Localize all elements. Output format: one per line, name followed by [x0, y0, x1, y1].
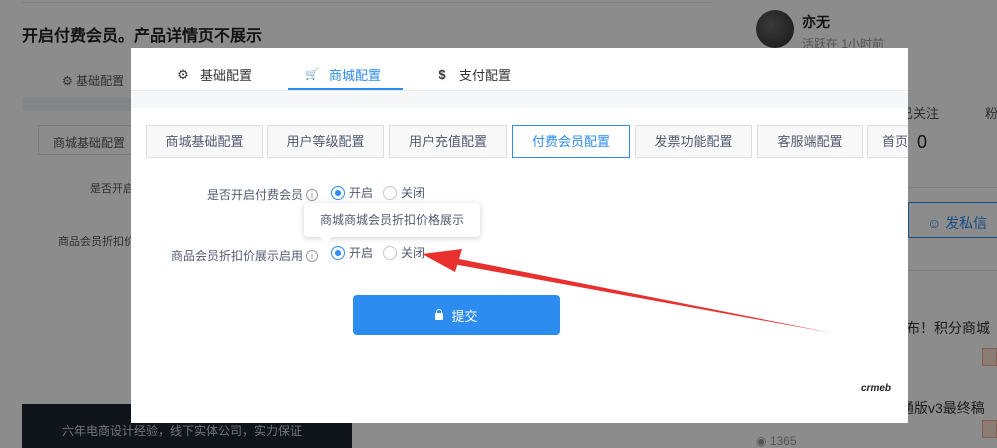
tooltip-text: 商城商城会员折扣价格展示	[319, 213, 464, 227]
radio-dot	[331, 245, 345, 260]
active-tab-indicator	[288, 88, 403, 90]
radio-enable-paid-member-off[interactable]: 关闭	[383, 184, 425, 201]
tooltip-arrow	[320, 237, 332, 243]
subtab-paid-member[interactable]: 付费会员配置	[512, 125, 630, 158]
radio-member-discount-off[interactable]: 关闭	[383, 244, 425, 261]
subtab-user-level[interactable]: 用户等级配置	[267, 125, 384, 158]
tab-payment-config[interactable]: $ 支付配置	[435, 65, 511, 84]
info-icon[interactable]: i	[306, 188, 319, 201]
tab-basic-config[interactable]: ⚙ 基础配置	[176, 65, 252, 84]
radio-label: 关闭	[401, 246, 426, 260]
radio-dot	[331, 185, 345, 200]
section-separator	[131, 92, 908, 108]
submit-button[interactable]: 提交	[353, 295, 560, 335]
subtab-mall-basic[interactable]: 商城基础配置	[146, 125, 263, 158]
dollar-icon: $	[438, 67, 446, 82]
settings-modal: ⚙ 基础配置 🛒 商城配置 $ 支付配置 商城基础配置 用户等级配置 用户充值配…	[131, 48, 908, 423]
radio-dot	[383, 245, 397, 260]
subtab-invoice[interactable]: 发票功能配置	[635, 125, 752, 158]
tab-label: 商城配置	[329, 68, 382, 83]
field-label-enable-paid-member: 是否开启付费会员 i	[207, 186, 319, 203]
tab-label: 基础配置	[200, 68, 253, 83]
subtab-user-recharge[interactable]: 用户充值配置	[389, 125, 507, 158]
top-tab-bar: ⚙ 基础配置 🛒 商城配置 $ 支付配置	[131, 48, 908, 91]
lock-icon	[435, 308, 444, 320]
radio-label: 开启	[349, 246, 374, 260]
subtab-customer-service[interactable]: 客服端配置	[757, 125, 863, 158]
gear-icon: ⚙	[177, 66, 189, 82]
radio-member-discount-on[interactable]: 开启	[331, 244, 373, 261]
tooltip: 商城商城会员折扣价格展示	[304, 203, 480, 243]
subtab-home[interactable]: 首页	[867, 125, 908, 158]
tab-label: 支付配置	[459, 68, 512, 83]
field-label-member-discount-display: 商品会员折扣价展示启用 i	[171, 247, 319, 264]
info-icon[interactable]: i	[306, 249, 319, 262]
radio-label: 开启	[349, 186, 374, 200]
tab-mall-config[interactable]: 🛒 商城配置	[305, 65, 381, 84]
field-label-text: 商品会员折扣价展示启用	[171, 249, 304, 263]
cart-icon: 🛒	[305, 69, 319, 81]
radio-enable-paid-member-on[interactable]: 开启	[331, 184, 373, 201]
brand-logo: crmeb	[861, 383, 892, 394]
field-label-text: 是否开启付费会员	[207, 188, 304, 202]
submit-label: 提交	[451, 308, 478, 324]
radio-dot	[383, 185, 397, 200]
radio-label: 关闭	[401, 186, 426, 200]
